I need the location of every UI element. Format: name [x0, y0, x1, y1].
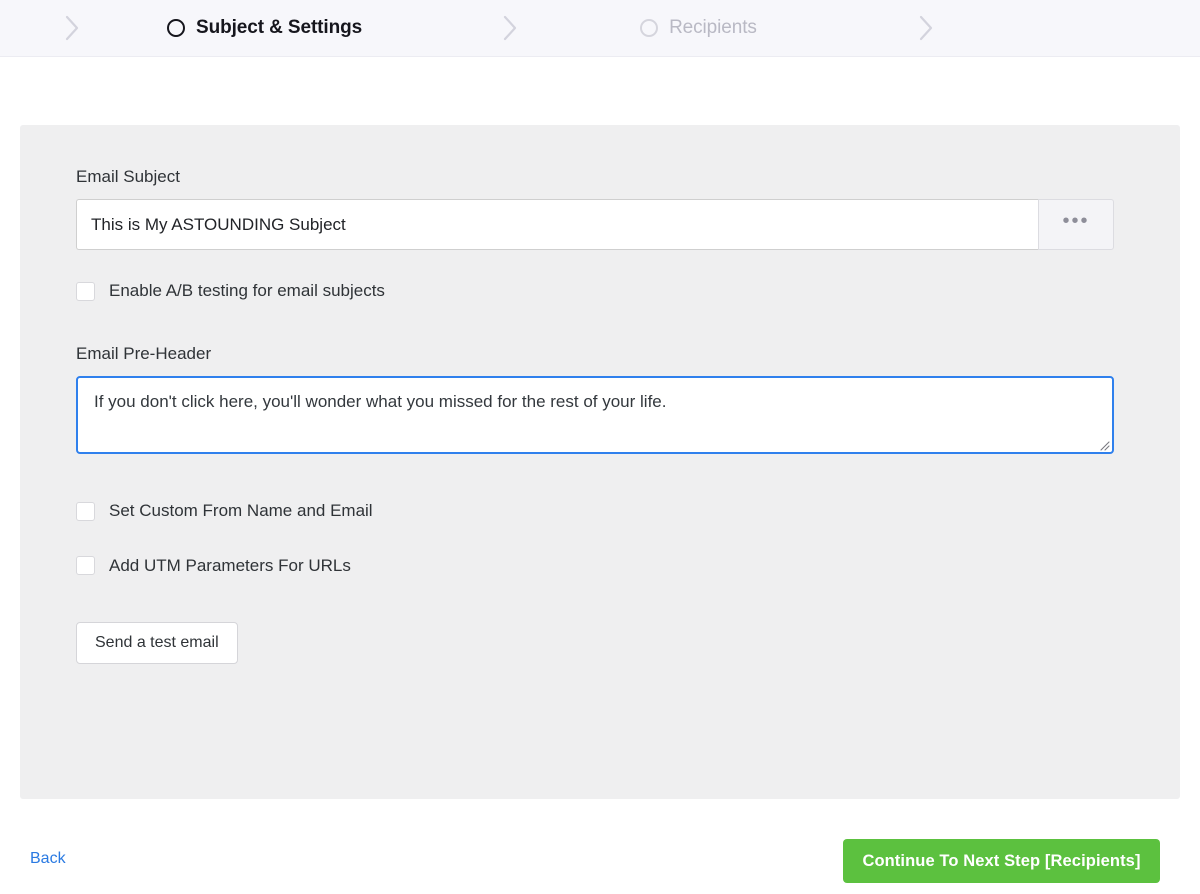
send-test-email-button[interactable]: Send a test email	[76, 621, 238, 664]
step-progress-bar: Subject & Settings Recipients	[0, 0, 1200, 57]
circle-outline-icon	[167, 19, 185, 37]
email-preheader-field-group: Email Pre-Header	[76, 343, 1124, 455]
custom-from-checkbox-row[interactable]: Set Custom From Name and Email	[76, 501, 1124, 521]
step-subject-and-settings[interactable]: Subject & Settings	[167, 17, 362, 39]
ellipsis-icon[interactable]: •••	[1038, 199, 1114, 251]
ab-testing-checkbox-row[interactable]: Enable A/B testing for email subjects	[76, 281, 1124, 302]
ab-testing-label: Enable A/B testing for email subjects	[109, 281, 385, 301]
utm-parameters-label: Add UTM Parameters For URLs	[109, 555, 351, 575]
email-preheader-label: Email Pre-Header	[76, 343, 212, 363]
custom-from-checkbox[interactable]	[76, 501, 95, 521]
utm-parameters-checkbox-row[interactable]: Add UTM Parameters For URLs	[76, 556, 1124, 576]
email-preheader-textarea[interactable]	[76, 376, 1114, 455]
email-subject-field-group: Email Subject •••	[76, 167, 1124, 251]
custom-from-label: Set Custom From Name and Email	[109, 501, 373, 521]
email-subject-label: Email Subject	[76, 167, 180, 186]
circle-outline-icon	[640, 19, 659, 37]
step-recipients[interactable]: Recipients	[640, 17, 757, 39]
utm-parameters-checkbox[interactable]	[76, 556, 95, 576]
continue-to-next-step-button[interactable]: Continue To Next Step [Recipients]	[843, 839, 1160, 883]
chevron-right-icon	[911, 13, 941, 43]
step-label-recipients: Recipients	[669, 17, 757, 38]
chevron-right-icon	[495, 13, 525, 43]
ab-testing-checkbox[interactable]	[76, 282, 95, 302]
wizard-footer: Back Continue To Next Step [Recipients]	[0, 820, 1200, 894]
chevron-right-icon	[57, 13, 87, 43]
settings-panel: Email Subject ••• Enable A/B testing for…	[20, 125, 1180, 799]
step-label-subject-and-settings: Subject & Settings	[196, 17, 363, 38]
email-subject-row: •••	[76, 199, 1114, 251]
back-link[interactable]: Back	[30, 850, 66, 868]
email-preheader-wrapper	[76, 376, 1114, 455]
email-subject-input[interactable]	[76, 199, 1038, 251]
